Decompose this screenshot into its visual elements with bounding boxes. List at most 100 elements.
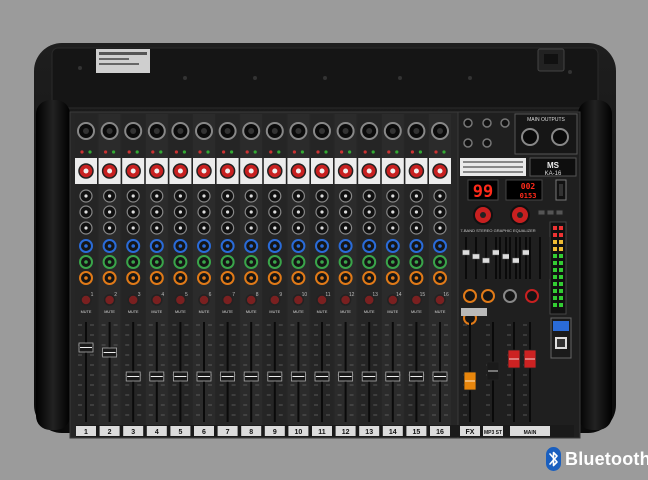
mute-button[interactable] <box>410 294 423 306</box>
meter-led <box>559 261 563 265</box>
meter-led <box>559 226 563 230</box>
channel-strip-8: 8 MUTE <box>240 114 263 436</box>
mute-button[interactable] <box>363 294 375 306</box>
gain-knob-cap <box>295 168 301 174</box>
gain-knob-cap <box>107 168 113 174</box>
peak-led <box>174 150 178 154</box>
mute-button[interactable] <box>198 294 210 306</box>
channel-label: 14 <box>389 429 397 436</box>
aux-jack-2[interactable] <box>482 118 492 128</box>
send-knob-cap <box>131 244 135 248</box>
main-out-left-jack[interactable] <box>521 128 539 146</box>
send-knob-cap <box>84 276 88 280</box>
eq-knob-indicator <box>414 226 418 230</box>
eq-knob-indicator <box>202 226 206 230</box>
eq-knob-indicator <box>320 194 324 198</box>
aux-jack-5[interactable] <box>482 138 492 148</box>
mute-button[interactable] <box>127 294 139 306</box>
channel-number: 9 <box>279 292 282 298</box>
xlr-input-pins <box>224 128 231 134</box>
gain-knob-cap <box>130 168 136 174</box>
eq-knob-indicator <box>155 210 159 214</box>
meter-led <box>559 240 563 244</box>
channel-label: 1 <box>84 429 88 436</box>
send-knob-cap <box>367 276 372 280</box>
bottom-labels: 1 2 3 4 5 6 7 8 9 10 11 12 13 14 15 16 FX MP3 ST MAIN <box>76 425 574 437</box>
mute-button[interactable] <box>339 294 352 306</box>
eq-band-slider[interactable] <box>472 253 480 260</box>
eq-knob-indicator <box>178 194 182 198</box>
peak-led <box>316 150 320 154</box>
mute-button[interactable] <box>174 294 187 306</box>
channel-strip-6: 6 MUTE <box>193 114 215 436</box>
main-out-right-jack[interactable] <box>551 128 569 146</box>
aux-jack-3[interactable] <box>500 118 510 128</box>
channel-label: 6 <box>202 429 206 436</box>
mute-button[interactable] <box>221 294 234 306</box>
eq-band-slider[interactable] <box>482 257 490 264</box>
mute-label: MUTE <box>81 310 92 314</box>
signal-led <box>300 150 304 154</box>
eq-band-slider[interactable] <box>512 257 520 264</box>
eq-band-slider[interactable] <box>502 253 510 260</box>
mute-button[interactable] <box>245 294 257 306</box>
xlr-input-pins <box>248 128 255 134</box>
peak-led <box>151 150 155 154</box>
eq-band-track <box>519 237 521 279</box>
mute-button[interactable] <box>80 294 92 306</box>
xlr-input-pins <box>153 128 160 134</box>
gain-knob-cap <box>248 168 254 174</box>
channel-label: 7 <box>226 429 230 436</box>
eq-knob-indicator <box>226 194 230 198</box>
signal-led <box>253 150 257 154</box>
mute-button[interactable] <box>387 294 399 306</box>
send-knob-cap <box>249 244 253 248</box>
send-knob-cap <box>438 260 442 264</box>
signal-led <box>395 150 399 154</box>
peak-led <box>410 150 414 154</box>
send-knob-cap <box>107 276 112 280</box>
mp3-prev-button[interactable] <box>537 209 546 216</box>
eq-knob-indicator <box>108 194 112 198</box>
eq-knob-indicator <box>249 194 253 198</box>
mute-button[interactable] <box>151 294 163 306</box>
master-knob-3[interactable] <box>503 289 517 303</box>
eq-band-slider[interactable] <box>492 249 500 256</box>
master-knob-1[interactable] <box>463 289 477 303</box>
mute-button[interactable] <box>434 294 446 306</box>
channel-label: 12 <box>342 429 350 436</box>
eq-knob-indicator <box>226 226 230 230</box>
eq-knob-indicator <box>344 226 348 230</box>
mute-button[interactable] <box>316 294 328 306</box>
mp3-play-button[interactable] <box>546 209 555 216</box>
send-knob-cap <box>155 260 159 264</box>
mute-button[interactable] <box>269 294 281 306</box>
eq-knob-indicator <box>84 194 88 198</box>
eq-knob-indicator <box>296 226 300 230</box>
aux-jack-4[interactable] <box>463 138 473 148</box>
eq-band-slider[interactable] <box>462 249 470 256</box>
peak-led <box>222 150 226 154</box>
master-knob-2[interactable] <box>481 289 495 303</box>
send-knob-cap <box>438 276 442 280</box>
eq-band-slider[interactable] <box>522 249 530 256</box>
eq-knob-indicator <box>320 226 324 230</box>
mute-button[interactable] <box>292 294 305 306</box>
master-knob-4[interactable] <box>525 289 539 303</box>
eq-knob-indicator <box>84 226 88 230</box>
eq-knob-indicator <box>108 210 112 214</box>
signal-led <box>230 150 234 154</box>
channel-number: 7 <box>232 292 235 298</box>
channel-label: 16 <box>436 429 444 436</box>
bluetooth-label: Bluetooth <box>565 448 648 469</box>
eq-knob-indicator <box>414 194 418 198</box>
mixer-photo: 1 MUTE 2 MUTE 3 MUTE 4 MUTE 5 MUTE 6 MUTE 7 MUTE 8 MUTE… <box>34 43 616 439</box>
gain-knob-cap <box>366 168 372 174</box>
send-knob-cap <box>414 276 419 280</box>
channel-strip-9: 9 MUTE <box>263 114 286 436</box>
mp3-next-button[interactable] <box>555 209 564 216</box>
bluetooth-icon <box>546 447 561 471</box>
signal-led <box>112 150 116 154</box>
aux-jack-1[interactable] <box>463 118 473 128</box>
mute-button[interactable] <box>103 294 116 306</box>
